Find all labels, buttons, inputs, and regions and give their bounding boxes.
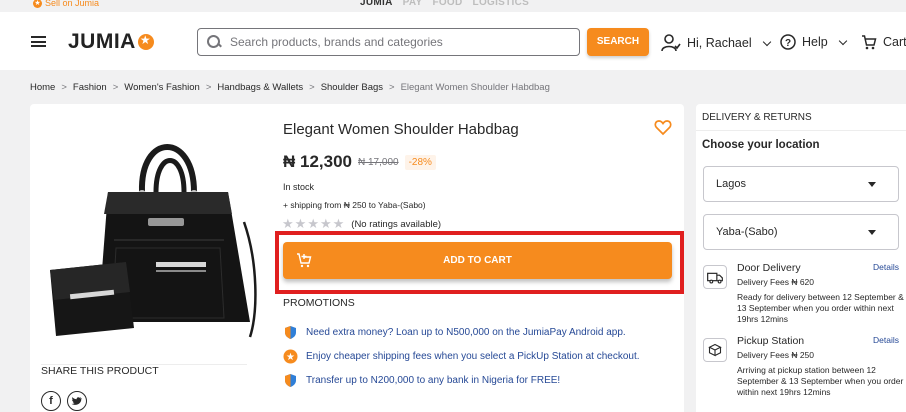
brand-jumia[interactable]: JUMIA <box>360 0 393 8</box>
shield-icon <box>285 374 296 387</box>
header: JUMIA SEARCH Hi, Rachael ? Help Cart <box>0 12 906 70</box>
brand-logistics[interactable]: LOGISTICS <box>473 0 530 8</box>
breadcrumb-shoulder-bags[interactable]: Shoulder Bags <box>321 82 383 93</box>
state-value: Lagos <box>716 178 746 190</box>
star-icon: ★ <box>283 349 298 364</box>
promotion-text: Transfer up to N200,000 to any bank in N… <box>306 375 561 386</box>
stock-status: In stock <box>283 182 315 192</box>
breadcrumb-womens-fashion[interactable]: Women's Fashion <box>124 82 200 93</box>
door-delivery-title: Door Delivery <box>737 262 801 274</box>
svg-text:?: ? <box>785 38 791 49</box>
delivery-panel: DELIVERY & RETURNS Choose your location … <box>696 104 906 412</box>
facebook-icon[interactable]: f <box>41 391 61 411</box>
search-button[interactable]: SEARCH <box>587 28 649 56</box>
divider <box>696 130 906 131</box>
svg-text:★: ★ <box>286 352 295 363</box>
menu-icon[interactable] <box>31 36 46 47</box>
help-label: Help <box>802 35 828 49</box>
breadcrumb-current: Elegant Women Shoulder Habdbag <box>400 82 550 93</box>
cart-label: Cart <box>883 35 906 49</box>
cart-link[interactable]: Cart <box>861 34 906 50</box>
promotion-item[interactable]: ★ Enjoy cheaper shipping fees when you s… <box>283 349 640 364</box>
search-box <box>197 28 580 56</box>
choose-location-label: Choose your location <box>702 139 820 151</box>
wishlist-heart-icon[interactable] <box>654 118 672 136</box>
share-title: SHARE THIS PRODUCT <box>41 365 159 377</box>
star-icon: ★ <box>319 216 332 231</box>
star-icon: ★ <box>282 216 294 231</box>
add-to-cart-label: ADD TO CART <box>443 255 512 266</box>
sell-label: Sell on Jumia <box>45 0 100 8</box>
cart-icon <box>862 35 877 50</box>
shipping-info: + shipping from ₦ 250 to Yaba-(Sabo) <box>283 200 426 210</box>
star-icon: ★ <box>307 216 319 231</box>
product-title: Elegant Women Shoulder Habdbag <box>283 121 519 138</box>
pickup-station-fee: Delivery Fees ₦ 250 <box>737 350 815 360</box>
logo-text: JUMIA <box>68 30 136 53</box>
pickup-station-details-link[interactable]: Details <box>873 335 899 345</box>
city-select[interactable]: Yaba-(Sabo) <box>703 214 899 250</box>
breadcrumb-fashion[interactable]: Fashion <box>73 82 107 93</box>
jumia-logo[interactable]: JUMIA <box>68 30 154 54</box>
breadcrumb-handbags[interactable]: Handbags & Wallets <box>217 82 303 93</box>
brand-food[interactable]: FOOD <box>432 0 462 8</box>
chevron-down-icon <box>838 36 847 45</box>
state-select[interactable]: Lagos <box>703 166 899 202</box>
star-icon: ★ <box>332 216 345 231</box>
add-to-cart-button[interactable]: ADD TO CART <box>283 242 672 279</box>
promotion-item[interactable]: Need extra money? Loan up to N500,000 on… <box>283 325 626 340</box>
help-menu[interactable]: ? Help <box>780 34 847 50</box>
promotion-text: Enjoy cheaper shipping fees when you sel… <box>306 351 640 362</box>
help-icon: ? <box>780 34 796 50</box>
sell-on-jumia-link[interactable]: ★ Sell on Jumia <box>33 0 99 8</box>
breadcrumb: Home > Fashion > Women's Fashion > Handbags… <box>30 82 550 93</box>
brand-pay[interactable]: PAY <box>403 0 423 8</box>
door-delivery-description: Ready for delivery between 12 September … <box>737 292 904 324</box>
delivery-title: DELIVERY & RETURNS <box>702 112 812 123</box>
product-image[interactable] <box>44 122 262 344</box>
chevron-down-icon <box>762 37 771 46</box>
add-to-cart-icon <box>297 253 312 268</box>
promotion-text: Need extra money? Loan up to N500,000 on… <box>306 327 626 338</box>
logo-star-icon <box>137 33 154 50</box>
old-price: ₦ 17,000 <box>358 156 399 168</box>
city-value: Yaba-(Sabo) <box>716 226 778 238</box>
star-icon: ★ <box>294 216 307 231</box>
product-card: SHARE THIS PRODUCT f Elegant Women Shoul… <box>30 104 684 412</box>
search-input[interactable] <box>230 35 560 49</box>
promotions-title: PROMOTIONS <box>283 297 355 309</box>
star-icon: ★ <box>33 0 42 8</box>
rating-row: ★ ★ ★ ★ ★ (No ratings available) <box>282 216 442 231</box>
price-row: ₦ 12,300 ₦ 17,000 -28% <box>283 152 436 172</box>
twitter-icon[interactable] <box>67 391 87 411</box>
shield-icon <box>285 326 296 339</box>
account-menu[interactable]: Hi, Rachael <box>661 34 771 52</box>
top-strip: ★ Sell on Jumia JUMIA PAY FOOD LOGISTICS <box>0 0 906 12</box>
discount-badge: -28% <box>404 154 436 170</box>
brand-links: JUMIA PAY FOOD LOGISTICS <box>360 0 529 8</box>
pickup-box-icon <box>703 338 727 362</box>
pickup-station-description: Arriving at pickup station between 12 Se… <box>737 365 904 397</box>
account-label: Hi, Rachael <box>687 36 752 50</box>
user-icon <box>661 34 681 52</box>
dropdown-arrow-icon <box>868 182 876 187</box>
current-price: ₦ 12,300 <box>283 152 352 171</box>
dropdown-arrow-icon <box>868 230 876 235</box>
door-delivery-fee: Delivery Fees ₦ 620 <box>737 277 815 287</box>
promotion-item[interactable]: Transfer up to N200,000 to any bank in N… <box>283 373 560 388</box>
breadcrumb-home[interactable]: Home <box>30 82 55 93</box>
rating-text: (No ratings available) <box>351 218 442 230</box>
search-icon <box>207 35 221 49</box>
truck-icon <box>703 265 727 289</box>
pickup-station-title: Pickup Station <box>737 335 805 347</box>
door-delivery-details-link[interactable]: Details <box>873 262 899 272</box>
